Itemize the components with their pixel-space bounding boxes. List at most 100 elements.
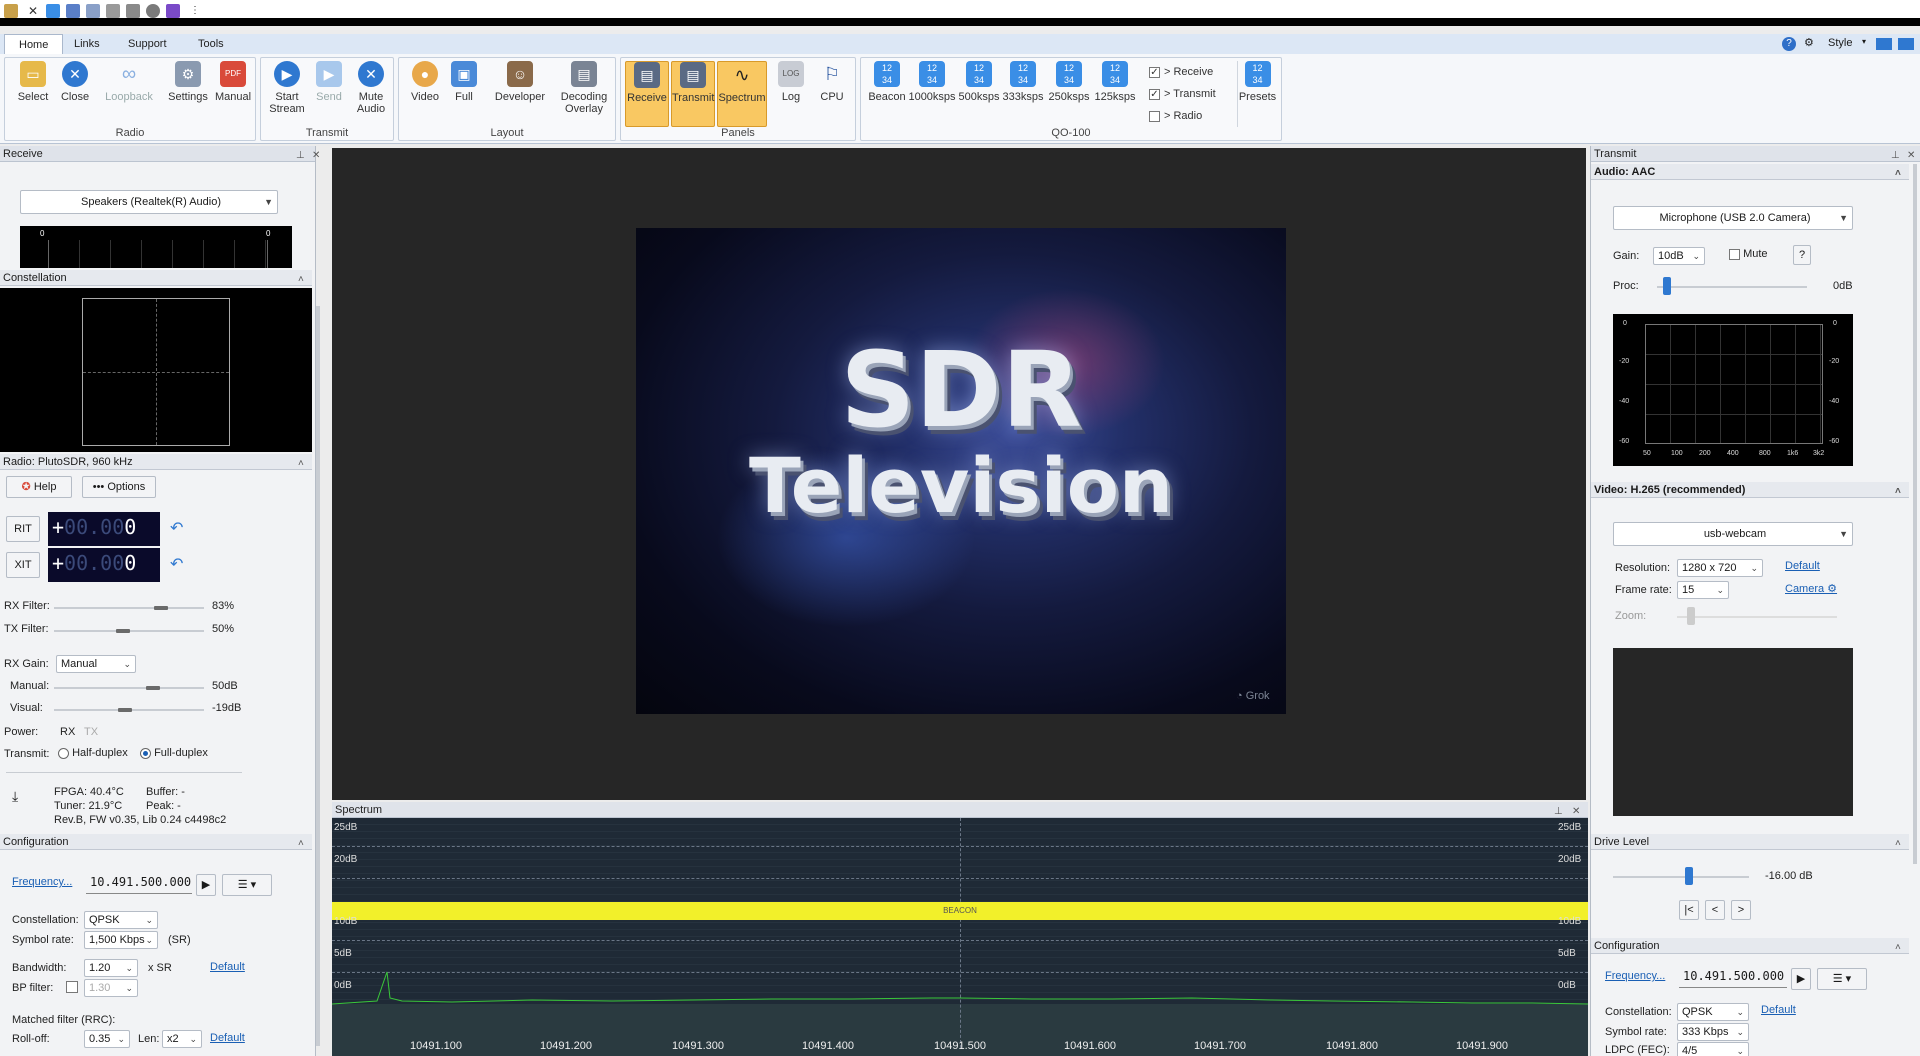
resolution-default-link[interactable]: Default [1785, 560, 1820, 572]
constellation-select[interactable]: QPSK ⌄ [84, 911, 158, 929]
close-button[interactable]: ✕ Close [53, 61, 97, 103]
video-button[interactable]: ● Video [405, 61, 445, 103]
camera-settings-link[interactable]: Camera ⚙ [1785, 582, 1837, 595]
collapse-icon[interactable]: ˄ [1895, 484, 1901, 500]
transmit-panel-button[interactable]: ▤ Transmit [671, 61, 715, 127]
500ksps-button[interactable]: 12 34 500ksps [957, 61, 1001, 103]
rolloff-select[interactable]: 0.35 ⌄ [84, 1030, 130, 1048]
settings-button[interactable]: ⚙ Settings [165, 61, 211, 103]
collapse-icon[interactable]: ˄ [1895, 166, 1901, 182]
symbol-rate-select[interactable]: 1,500 Kbps ⌄ [84, 931, 158, 949]
select-button[interactable]: ▭ Select [11, 61, 55, 103]
tx-default-link[interactable]: Default [1761, 1004, 1796, 1016]
drive-level-slider[interactable] [1613, 876, 1749, 878]
manual-gain-slider[interactable] [54, 687, 204, 689]
audio-output-select[interactable]: Speakers (Realtek(R) Audio) ▼ [20, 190, 278, 214]
collapse-icon[interactable]: ˄ [1895, 836, 1901, 852]
style-dropdown-icon[interactable]: ▾ [1862, 37, 1866, 46]
tx-frequency-display[interactable]: 10.491.500.000 [1679, 966, 1787, 988]
cpu-panel-button[interactable]: ⚐ CPU [813, 61, 851, 103]
tx-tune-button[interactable]: ▶ [1791, 968, 1811, 990]
tx-ldpc-select[interactable]: 4/5 ⌄ [1677, 1042, 1749, 1056]
download-icon[interactable]: ⤓ [12, 788, 18, 805]
scrollbar[interactable] [1913, 164, 1917, 864]
transmit-checkbox[interactable]: ✓ > Transmit [1149, 88, 1216, 100]
drive-next-button[interactable]: > [1731, 900, 1751, 920]
tab-support[interactable]: Support [114, 34, 181, 54]
developer-button[interactable]: ☺ Developer [491, 61, 549, 103]
start-stream-button[interactable]: ▶ Start Stream [265, 61, 309, 115]
full-duplex-radio[interactable]: Full-duplex [140, 747, 208, 759]
microphone-select[interactable]: Microphone (USB 2.0 Camera) ▼ [1613, 206, 1853, 230]
frequency-menu-button[interactable]: ☰ ▾ [222, 874, 272, 896]
chart-icon[interactable] [166, 4, 180, 18]
log-panel-button[interactable]: LOG Log [773, 61, 809, 103]
presets-button[interactable]: 12 34 Presets [1237, 61, 1277, 127]
xit-button[interactable]: XIT [6, 552, 40, 578]
drive-prev-button[interactable]: < [1705, 900, 1725, 920]
mute-audio-button[interactable]: ✕ Mute Audio [349, 61, 393, 115]
full-button[interactable]: ▣ Full [447, 61, 481, 103]
gain-select[interactable]: 10dB ⌄ [1653, 247, 1705, 265]
bandwidth-select[interactable]: 1.20 ⌄ [84, 959, 138, 977]
zoom-thumb[interactable] [1687, 607, 1695, 625]
proc-thumb[interactable] [1663, 277, 1671, 295]
loopback-button[interactable]: ∞ Loopback [101, 61, 157, 103]
tx-frequency-link[interactable]: Frequency... [1605, 970, 1665, 982]
decoding-overlay-button[interactable]: ▤ Decoding Overlay [555, 61, 613, 115]
rx-gain-select[interactable]: Manual ⌄ [56, 655, 136, 673]
help-icon[interactable]: ? [1782, 37, 1796, 51]
beacon-marker[interactable]: BEACON [332, 902, 1588, 920]
frequency-link[interactable]: Frequency... [12, 876, 72, 888]
collapse-icon[interactable]: ˄ [298, 836, 304, 852]
fullscreen-icon[interactable] [1898, 38, 1914, 50]
tx-symbol-rate-select[interactable]: 333 Kbps ⌄ [1677, 1023, 1749, 1041]
tx-constellation-select[interactable]: QPSK ⌄ [1677, 1003, 1749, 1021]
undo-icon[interactable]: ↶ [170, 518, 183, 538]
send-button[interactable]: ▶ Send [309, 61, 349, 103]
collapse-icon[interactable]: ˄ [298, 456, 304, 472]
close-icon[interactable]: ✕ [312, 148, 320, 164]
pin-icon[interactable]: ⊥ [1891, 148, 1900, 164]
monitor-icon[interactable] [1876, 38, 1892, 50]
camera-icon[interactable] [126, 4, 140, 18]
tune-button[interactable]: ▶ [196, 874, 216, 896]
default-link[interactable]: Default [210, 1032, 245, 1044]
quick-access-dropdown-icon[interactable]: ⋮ [190, 4, 200, 18]
half-duplex-radio[interactable]: Half-duplex [58, 747, 128, 759]
rx-filter-slider[interactable] [54, 607, 204, 609]
app-folder-icon[interactable] [4, 4, 18, 18]
125ksps-button[interactable]: 12 34 125ksps [1093, 61, 1137, 103]
tab-home[interactable]: Home [4, 34, 64, 54]
rx-filter-thumb[interactable] [154, 606, 168, 610]
drive-first-button[interactable]: |< [1679, 900, 1699, 920]
document-icon[interactable] [86, 4, 100, 18]
receive-checkbox[interactable]: ✓ > Receive [1149, 66, 1213, 78]
undo-icon[interactable]: ↶ [170, 554, 183, 574]
settings-icon[interactable]: ⚙ [1804, 36, 1814, 49]
beacon-button[interactable]: 12 34 Beacon [865, 61, 909, 103]
spectrum-panel-button[interactable]: ∿ Spectrum [717, 61, 767, 127]
audio-help-button[interactable]: ? [1793, 245, 1811, 265]
250ksps-button[interactable]: 12 34 250ksps [1047, 61, 1091, 103]
pin-icon[interactable]: ⊥ [296, 148, 305, 164]
close-icon[interactable]: ✕ [26, 4, 40, 18]
collapse-icon[interactable]: ˄ [1895, 940, 1901, 956]
bp-filter-checkbox[interactable] [66, 981, 78, 993]
stream-icon[interactable] [46, 4, 60, 18]
collapse-icon[interactable]: ˄ [298, 272, 304, 288]
send-icon[interactable] [66, 4, 80, 18]
tx-frequency-menu-button[interactable]: ☰ ▾ [1817, 968, 1867, 990]
1000ksps-button[interactable]: 12 34 1000ksps [907, 61, 957, 103]
frequency-display[interactable]: 10.491.500.000 [86, 872, 192, 894]
close-icon[interactable]: ✕ [1907, 148, 1915, 164]
333ksps-button[interactable]: 12 34 333ksps [1001, 61, 1045, 103]
zoom-slider[interactable] [1677, 616, 1837, 618]
camera-select[interactable]: usb-webcam ▼ [1613, 522, 1853, 546]
tx-filter-thumb[interactable] [116, 629, 130, 633]
gear-icon[interactable] [146, 4, 160, 18]
rit-button[interactable]: RIT [6, 516, 40, 542]
tab-links[interactable]: Links [60, 34, 114, 54]
manual-gain-thumb[interactable] [146, 686, 160, 690]
resolution-select[interactable]: 1280 x 720 ⌄ [1677, 559, 1763, 577]
